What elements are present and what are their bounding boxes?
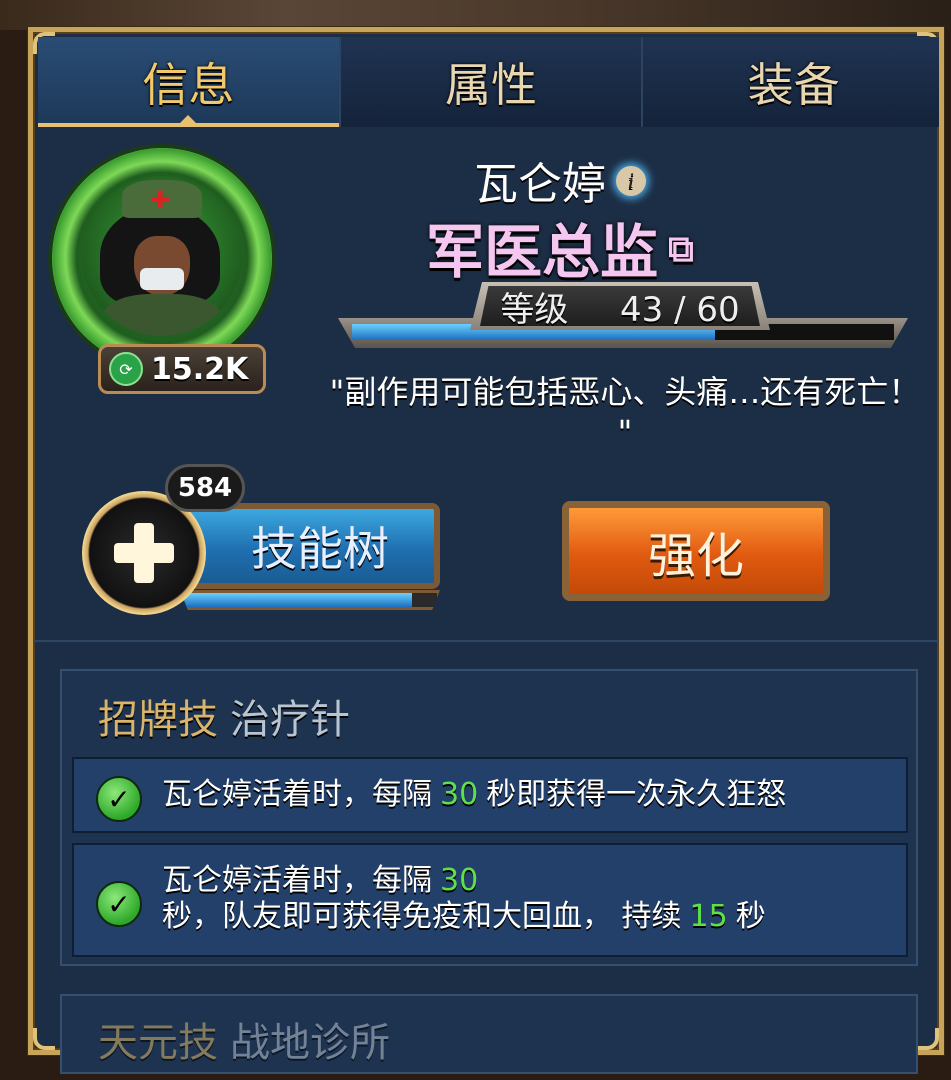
- ability-heading: 天元技 战地诊所: [98, 1010, 390, 1068]
- blockbuster-ability-section: 天元技 战地诊所: [60, 994, 918, 1074]
- effect-number: 15: [689, 899, 728, 934]
- character-name: 瓦仑婷: [474, 159, 606, 210]
- character-portrait[interactable]: ✚: [52, 148, 272, 368]
- signature-ability-section: 招牌技 治疗针 ✓ 瓦仑婷活着时，每隔 30 秒即获得一次永久狂怒 ✓ 瓦仑婷活着时，…: [60, 669, 918, 966]
- skill-points-count: 584: [165, 464, 245, 512]
- frame-corner: [917, 1028, 939, 1050]
- power-rating: ⟳ 15.2K: [98, 344, 266, 394]
- ability-kind: 招牌技: [98, 697, 218, 743]
- ability-effect: ✓ 瓦仑婷活着时，每隔 30 秒即获得一次永久狂怒: [72, 757, 908, 833]
- effect-text: 瓦仑婷活着时，每隔: [162, 863, 432, 898]
- external-link-icon[interactable]: ⧉: [668, 229, 694, 271]
- level-plate: 等级 43 / 60: [470, 282, 770, 330]
- effect-text: 秒，队友即可获得免疫和大回血， 持续: [162, 899, 682, 934]
- tab-bar: 信息 属性 装备: [38, 37, 939, 127]
- triskele-icon: ⟳: [109, 352, 143, 386]
- ability-effect: ✓ 瓦仑婷活着时，每隔 30 秒，队友即可获得免疫和大回血， 持续 15 秒: [72, 843, 908, 957]
- ability-heading: 招牌技 治疗针: [98, 687, 350, 745]
- check-icon: ✓: [96, 776, 142, 822]
- level-current: 43: [620, 289, 664, 330]
- skill-progress-fill: [183, 593, 412, 607]
- frame-corner: [33, 1028, 55, 1050]
- divider: [33, 640, 939, 642]
- effect-number: 30: [440, 777, 479, 812]
- skill-progress-bar: [180, 590, 440, 610]
- level-max: 60: [696, 289, 740, 330]
- check-icon: ✓: [96, 881, 142, 927]
- character-name-row: 瓦仑婷 i: [300, 148, 820, 212]
- red-cross-icon: ✚: [150, 186, 171, 214]
- plus-icon: [114, 523, 174, 583]
- power-value: 15.2K: [151, 351, 249, 387]
- tab-equipment[interactable]: 装备: [643, 37, 939, 127]
- level-label: 等级: [500, 289, 569, 330]
- character-quote: "副作用可能包括恶心、头痛…还有死亡！ ": [329, 373, 921, 451]
- ability-name: 战地诊所: [230, 1020, 390, 1066]
- effect-number: 30: [440, 863, 479, 898]
- level-separator: /: [674, 289, 686, 330]
- ability-name: 治疗针: [230, 697, 350, 743]
- effect-text: 秒即获得一次永久狂怒: [486, 777, 787, 812]
- effect-text: 瓦仑婷活着时，每隔: [162, 777, 432, 812]
- character-title-row: 军医总监 ⧉: [300, 205, 820, 289]
- tab-info[interactable]: 信息: [38, 37, 341, 127]
- skill-tree-button[interactable]: 技能树: [170, 503, 440, 589]
- portrait-image: ✚: [82, 176, 242, 336]
- background-scenery: [0, 0, 951, 30]
- ability-kind: 天元技: [98, 1020, 218, 1066]
- character-title: 军医总监: [426, 218, 659, 286]
- effect-text: 秒: [735, 899, 766, 934]
- tab-attributes[interactable]: 属性: [340, 37, 644, 127]
- enhance-button[interactable]: 强化: [562, 501, 830, 601]
- info-icon[interactable]: i: [616, 166, 646, 196]
